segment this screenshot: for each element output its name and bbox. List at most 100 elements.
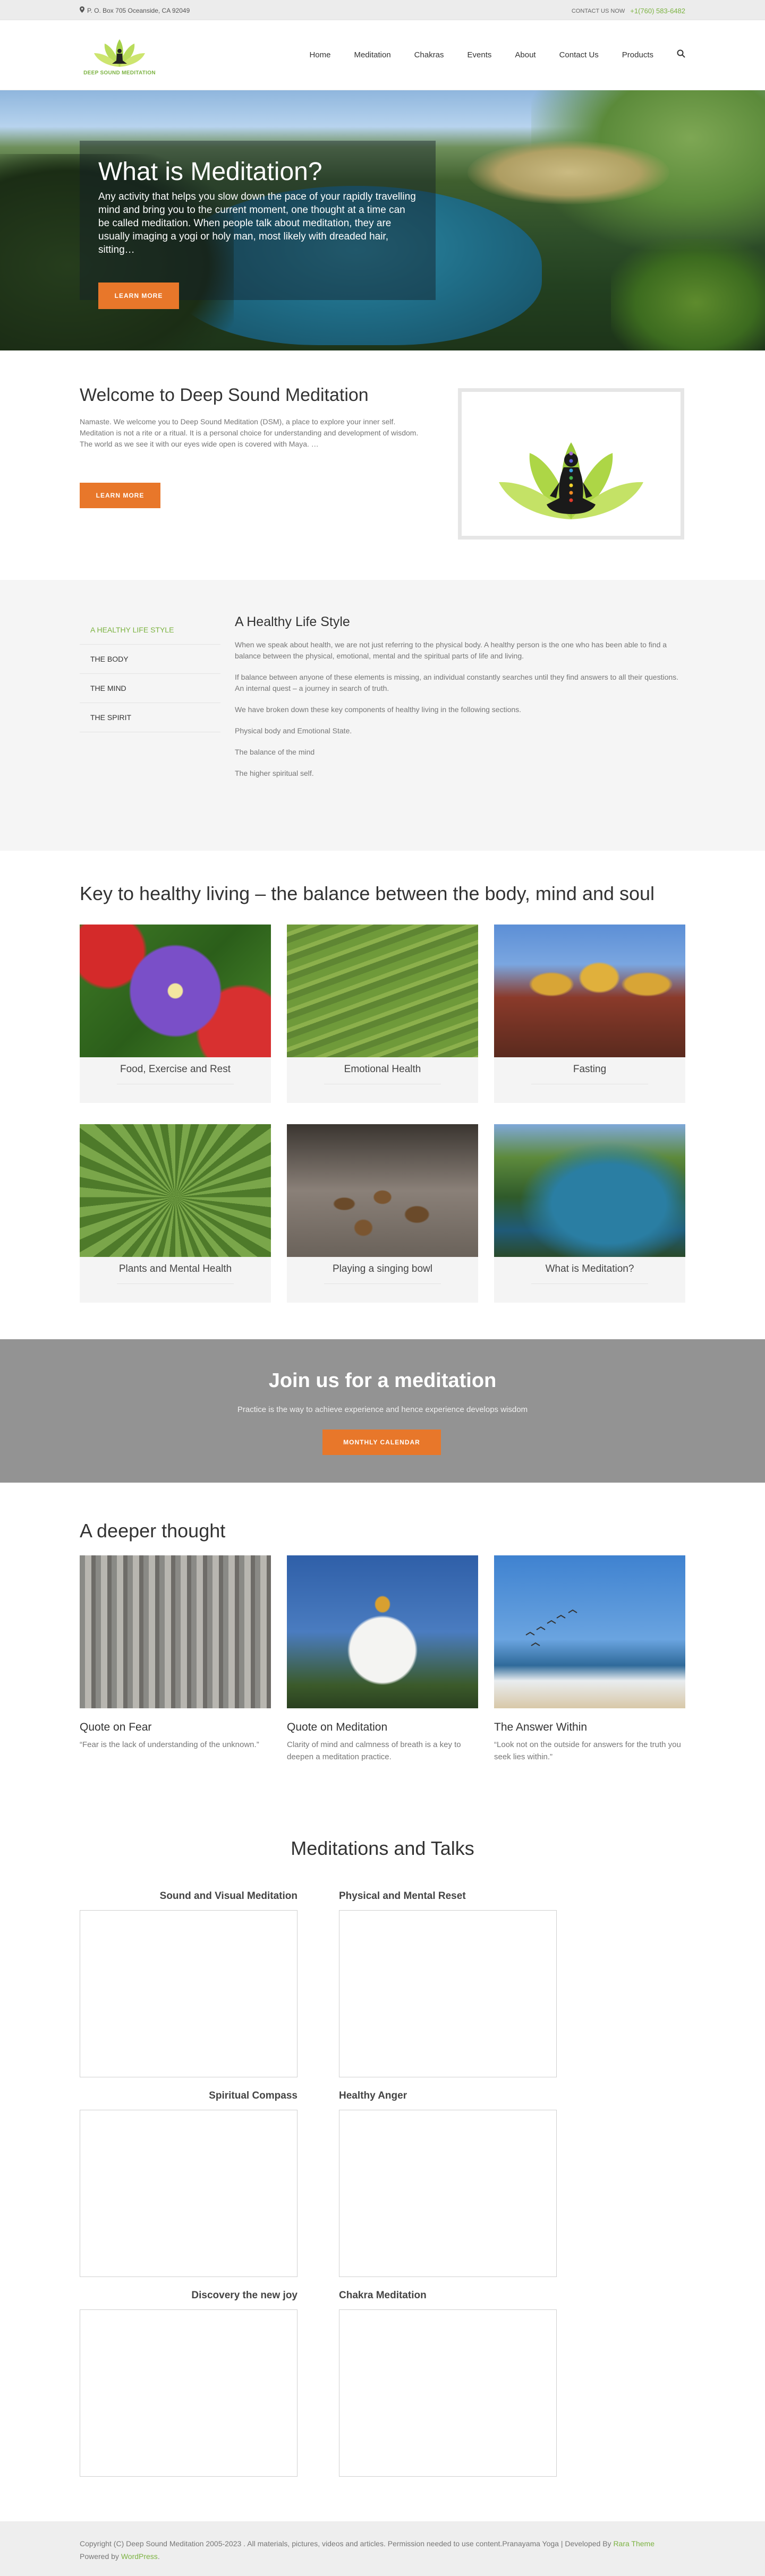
video-title: Spiritual Compass [209, 2090, 298, 2101]
welcome-title: Welcome to Deep Sound Meditation [80, 385, 369, 405]
address: P. O. Box 705 Oceanside, CA 92049 [80, 6, 190, 14]
nav-contact-us[interactable]: Contact Us [548, 45, 610, 65]
hero-title: What is Meditation? [98, 158, 322, 186]
top-bar: P. O. Box 705 Oceanside, CA 92049 CONTAC… [0, 0, 765, 20]
tab-the-mind[interactable]: THE MIND [80, 674, 220, 703]
healthy-life-paragraph: The higher spiritual self. [235, 769, 314, 777]
footer-text: Copyright (C) Deep Sound Meditation 2005… [80, 2537, 685, 2563]
wordpress-link[interactable]: WordPress [121, 2552, 158, 2561]
card-label: Plants and Mental Health [118, 1263, 232, 1274]
healthy-life-body: When we speak about health, we are not j… [235, 639, 686, 789]
tab-healthy-life-style[interactable]: A HEALTHY LIFE STYLE [80, 615, 220, 645]
card-image [287, 1124, 478, 1257]
card-what-is-meditation[interactable]: What is Meditation? [494, 1124, 685, 1303]
card-divider [531, 1283, 648, 1284]
nav-home[interactable]: Home [298, 45, 342, 65]
map-marker-icon [80, 6, 84, 14]
video-embed-spiritual-compass[interactable] [80, 2110, 298, 2277]
video-embed-sound-visual[interactable] [80, 1910, 298, 2077]
site-footer: Copyright (C) Deep Sound Meditation 2005… [0, 2521, 765, 2576]
card-image [80, 1124, 271, 1257]
video-embed-discovery-joy[interactable] [80, 2309, 298, 2477]
hero-text: Any activity that helps you slow down th… [98, 191, 416, 255]
copyright-text: Copyright (C) Deep Sound Meditation 2005… [80, 2539, 611, 2548]
card-singing-bowl[interactable]: Playing a singing bowl [287, 1124, 478, 1303]
quote-title[interactable]: The Answer Within [494, 1721, 587, 1734]
card-label: What is Meditation? [545, 1263, 634, 1274]
welcome-image [458, 388, 684, 540]
video-title: Discovery the new joy [191, 2290, 298, 2301]
quote-image[interactable] [494, 1555, 685, 1708]
card-divider [117, 1283, 234, 1284]
card-divider [324, 1283, 441, 1284]
card-label: Playing a singing bowl [332, 1263, 432, 1274]
quote-image[interactable] [80, 1555, 271, 1708]
card-fasting[interactable]: Fasting [494, 925, 685, 1103]
card-label: Emotional Health [344, 1064, 421, 1075]
contact-info: CONTACT US NOW +1(760) 583-6482 [572, 7, 685, 15]
hero-learn-more-button[interactable]: LEARN MORE [98, 283, 179, 309]
main-nav: Home Meditation Chakras Events About Con… [298, 44, 685, 65]
tab-the-spirit[interactable]: THE SPIRIT [80, 703, 220, 732]
quote-text: “Fear is the lack of understanding of th… [80, 1740, 259, 1749]
card-food-exercise-rest[interactable]: Food, Exercise and Rest [80, 925, 271, 1103]
card-label: Food, Exercise and Rest [120, 1064, 231, 1075]
video-title: Healthy Anger [339, 2090, 407, 2101]
quote-text: Clarity of mind and calmness of breath i… [287, 1740, 461, 1761]
footer-end: . [157, 2552, 160, 2561]
quote-title[interactable]: Quote on Fear [80, 1721, 151, 1734]
quote-title[interactable]: Quote on Meditation [287, 1721, 387, 1734]
healthy-life-paragraph: If balance between anyone of these eleme… [235, 673, 679, 692]
healthy-life-title: A Healthy Life Style [235, 614, 350, 629]
hero-bg-beach [468, 141, 669, 204]
nav-events[interactable]: Events [456, 45, 504, 65]
tab-the-body[interactable]: THE BODY [80, 645, 220, 674]
site-logo[interactable]: DEEP SOUND MEDITATION [80, 36, 159, 79]
search-button[interactable] [665, 44, 685, 65]
logo-meditator-icon [94, 39, 145, 67]
healthy-life-tabs: A HEALTHY LIFE STYLE THE BODY THE MIND T… [80, 615, 220, 732]
card-plants-mental-health[interactable]: Plants and Mental Health [80, 1124, 271, 1303]
card-image [287, 925, 478, 1057]
healthy-life-paragraph: Physical body and Emotional State. [235, 726, 352, 735]
card-image [80, 925, 271, 1057]
quote-image[interactable] [287, 1555, 478, 1708]
video-embed-physical-mental[interactable] [339, 1910, 557, 2077]
card-label: Fasting [573, 1064, 607, 1075]
talks-title: Meditations and Talks [291, 1837, 474, 1859]
join-text: Practice is the way to achieve experienc… [237, 1405, 528, 1414]
card-emotional-health[interactable]: Emotional Health [287, 925, 478, 1103]
site-header: DEEP SOUND MEDITATION Home Meditation Ch… [0, 20, 765, 90]
healthy-life-paragraph: When we speak about health, we are not j… [235, 640, 667, 660]
quote-text: “Look not on the outside for answers for… [494, 1740, 681, 1761]
card-image [494, 1124, 685, 1257]
healthy-life-paragraph: The balance of the mind [235, 748, 315, 756]
address-text: P. O. Box 705 Oceanside, CA 92049 [87, 6, 190, 14]
deeper-title: A deeper thought [80, 1520, 226, 1542]
video-embed-chakra[interactable] [339, 2309, 557, 2477]
powered-by-text: Powered by [80, 2552, 119, 2561]
theme-link[interactable]: Rara Theme [613, 2539, 654, 2548]
video-embed-healthy-anger[interactable] [339, 2110, 557, 2277]
video-title: Physical and Mental Reset [339, 1890, 466, 1902]
monthly-calendar-button[interactable]: MONTHLY CALENDAR [322, 1430, 441, 1455]
nav-meditation[interactable]: Meditation [342, 45, 402, 65]
healthy-life-paragraph: We have broken down these key components… [235, 705, 522, 714]
logo-text: DEEP SOUND MEDITATION [83, 70, 156, 76]
hero-bg-tree [611, 239, 765, 350]
welcome-learn-more-button[interactable]: LEARN MORE [80, 483, 160, 508]
phone-link[interactable]: +1(760) 583-6482 [630, 7, 685, 15]
key-title: Key to healthy living – the balance betw… [80, 883, 655, 904]
healthy-life-section: A HEALTHY LIFE STYLE THE BODY THE MIND T… [0, 580, 765, 851]
nav-about[interactable]: About [503, 45, 547, 65]
chakra-figure-icon [499, 442, 643, 519]
nav-chakras[interactable]: Chakras [403, 45, 456, 65]
card-image [494, 925, 685, 1057]
nav-products[interactable]: Products [610, 45, 665, 65]
video-title: Sound and Visual Meditation [159, 1890, 298, 1902]
birds-icon [525, 1609, 577, 1646]
contact-label: CONTACT US NOW [571, 7, 625, 14]
join-title: Join us for a meditation [268, 1370, 497, 1392]
welcome-text: Namaste. We welcome you to Deep Sound Me… [80, 417, 419, 448]
join-section: Join us for a meditation Practice is the… [0, 1339, 765, 1483]
